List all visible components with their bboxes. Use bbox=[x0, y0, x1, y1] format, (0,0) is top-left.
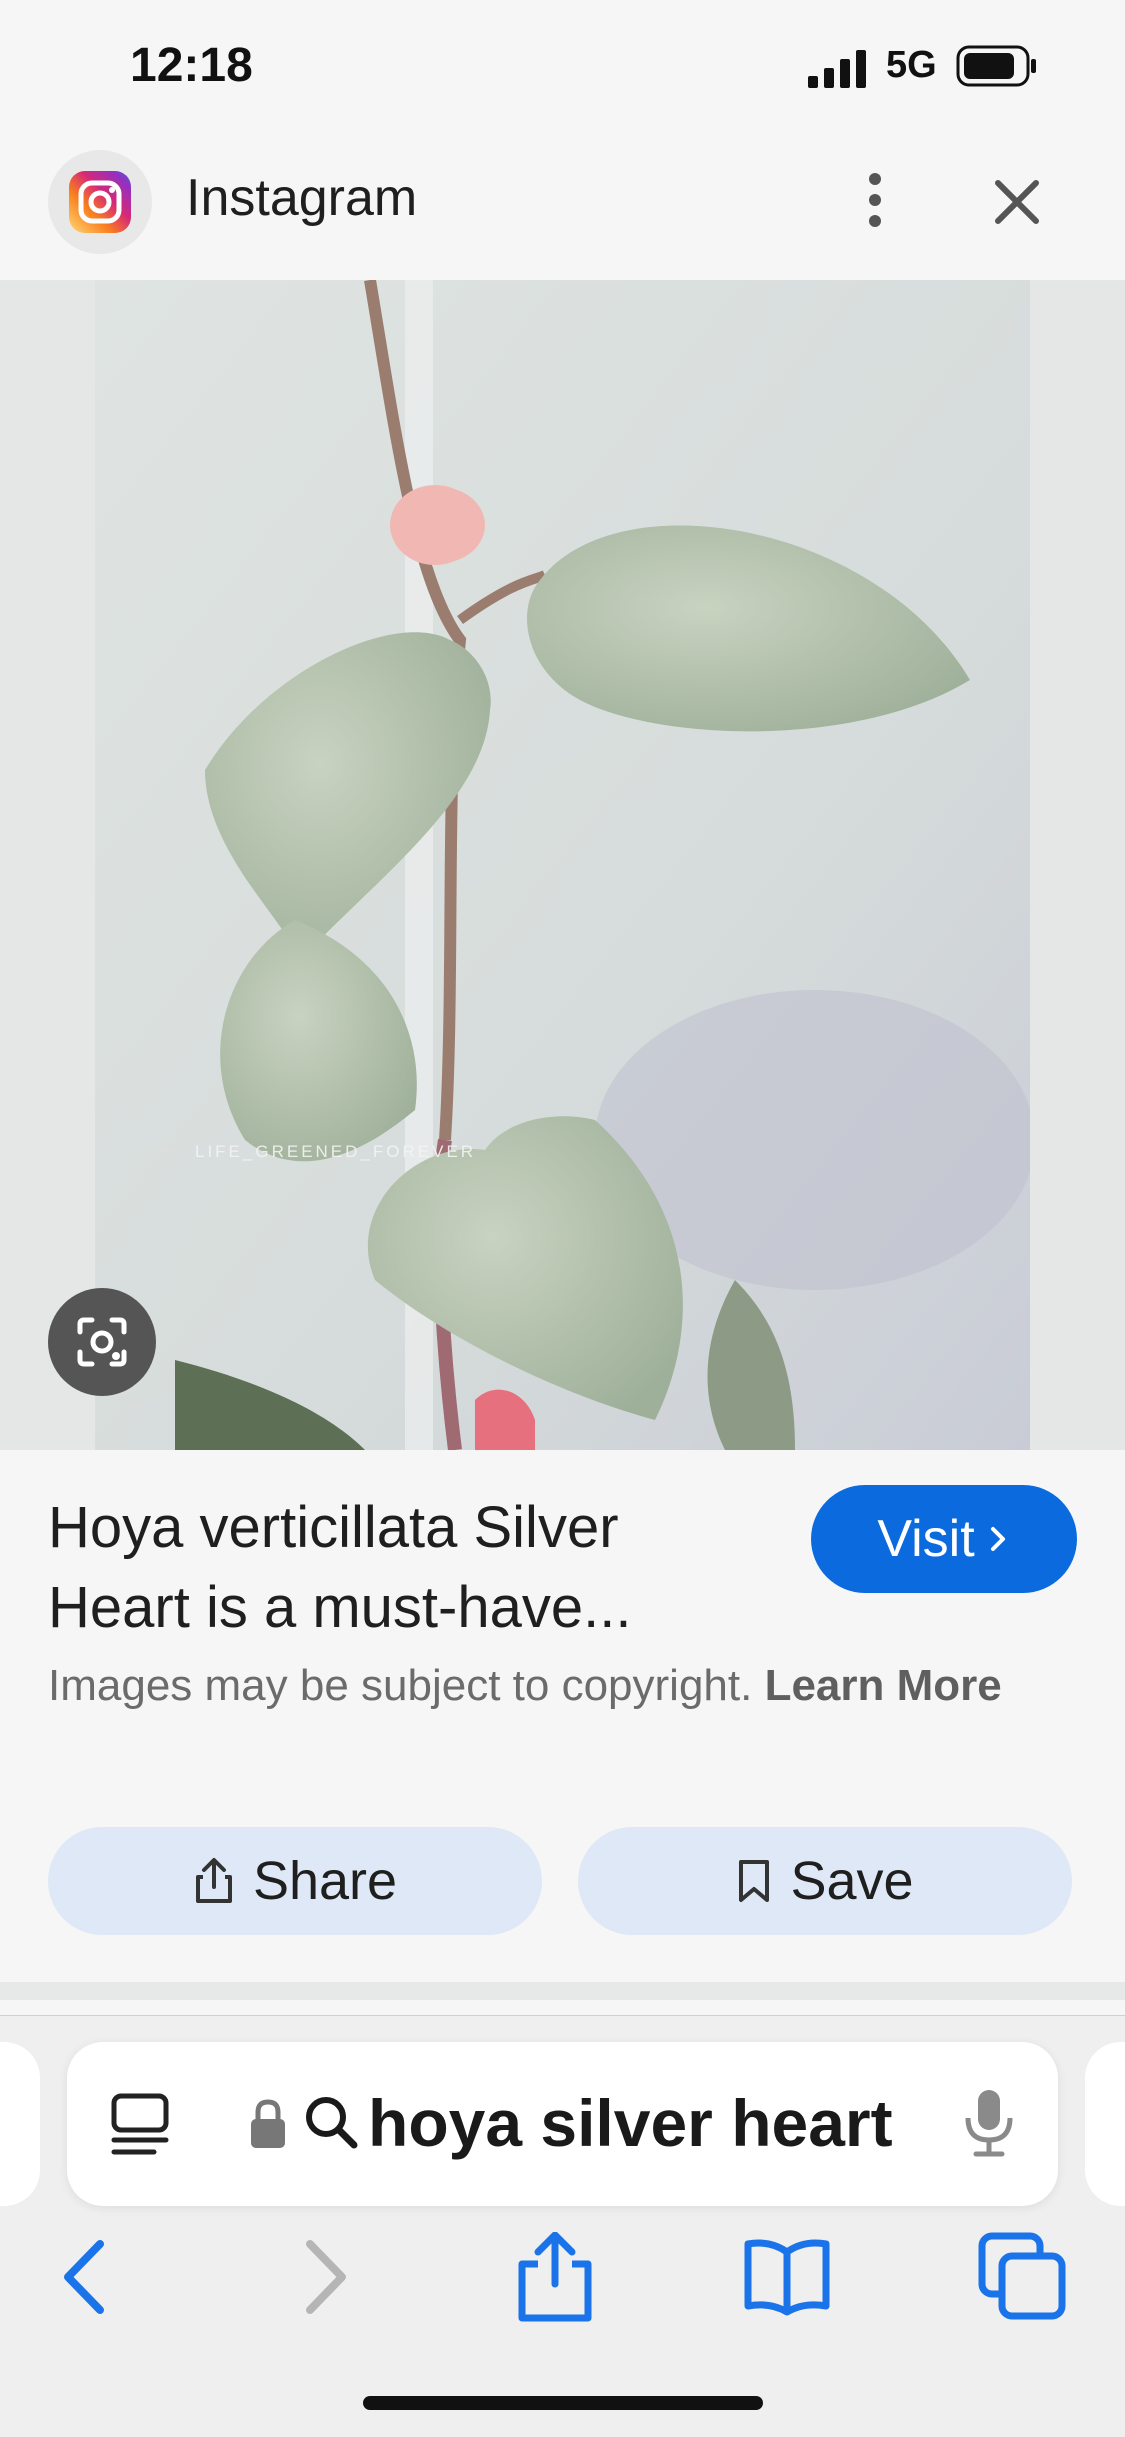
result-image[interactable]: LIFE_GREENED_FOREVER bbox=[0, 280, 1125, 1450]
search-icon bbox=[306, 2097, 358, 2149]
instagram-logo-icon bbox=[69, 171, 131, 233]
tabs-icon[interactable] bbox=[978, 2232, 1068, 2322]
source-title: Instagram bbox=[186, 169, 418, 227]
status-time: 12:18 bbox=[130, 39, 253, 92]
battery-icon bbox=[956, 45, 1036, 87]
bookmark-icon bbox=[739, 1860, 770, 1902]
copyright-text: Images may be subject to copyright. bbox=[48, 1661, 753, 1710]
network-label: 5G bbox=[886, 44, 937, 86]
signal-icon bbox=[808, 50, 866, 88]
lock-icon bbox=[251, 2099, 285, 2148]
learn-more-link[interactable]: Learn More bbox=[765, 1661, 1002, 1710]
close-icon[interactable] bbox=[980, 165, 1054, 239]
save-label: Save bbox=[790, 1851, 914, 1911]
result-title[interactable]: Hoya verticillata Silver Heart is a must… bbox=[48, 1488, 728, 1648]
visit-label: Visit bbox=[877, 1510, 975, 1568]
visit-button[interactable]: Visit bbox=[811, 1485, 1077, 1593]
back-icon[interactable] bbox=[40, 2232, 130, 2322]
plant-photo bbox=[95, 280, 1030, 1450]
address-query[interactable]: hoya silver heart bbox=[368, 2085, 893, 2161]
lens-icon bbox=[77, 1317, 127, 1367]
result-title-line1: Hoya verticillata Silver bbox=[48, 1495, 619, 1560]
share-button[interactable]: Share bbox=[48, 1827, 542, 1935]
instagram-logo bbox=[48, 150, 152, 254]
more-vert-icon[interactable] bbox=[840, 165, 910, 235]
save-button[interactable]: Save bbox=[578, 1827, 1072, 1935]
lens-button[interactable] bbox=[48, 1288, 156, 1396]
chevron-right-icon bbox=[990, 1527, 1005, 1551]
tabs-reader-icon[interactable] bbox=[110, 2092, 174, 2158]
next-tab-peek[interactable] bbox=[1085, 2042, 1125, 2206]
forward-icon[interactable] bbox=[280, 2232, 370, 2322]
image-watermark: LIFE_GREENED_FOREVER bbox=[195, 1142, 477, 1161]
result-title-line2: Heart is a must-have... bbox=[48, 1575, 632, 1640]
share-safari-icon[interactable] bbox=[510, 2232, 600, 2322]
share-icon bbox=[195, 1858, 232, 1903]
bookmarks-icon[interactable] bbox=[742, 2232, 832, 2322]
mic-icon[interactable] bbox=[962, 2088, 1016, 2158]
previous-tab-peek[interactable] bbox=[0, 2042, 40, 2206]
copyright-notice: Images may be subject to copyright. Lear… bbox=[48, 1655, 1028, 1717]
divider bbox=[0, 1982, 1125, 2000]
home-indicator[interactable] bbox=[363, 2396, 763, 2410]
share-label: Share bbox=[252, 1851, 398, 1911]
